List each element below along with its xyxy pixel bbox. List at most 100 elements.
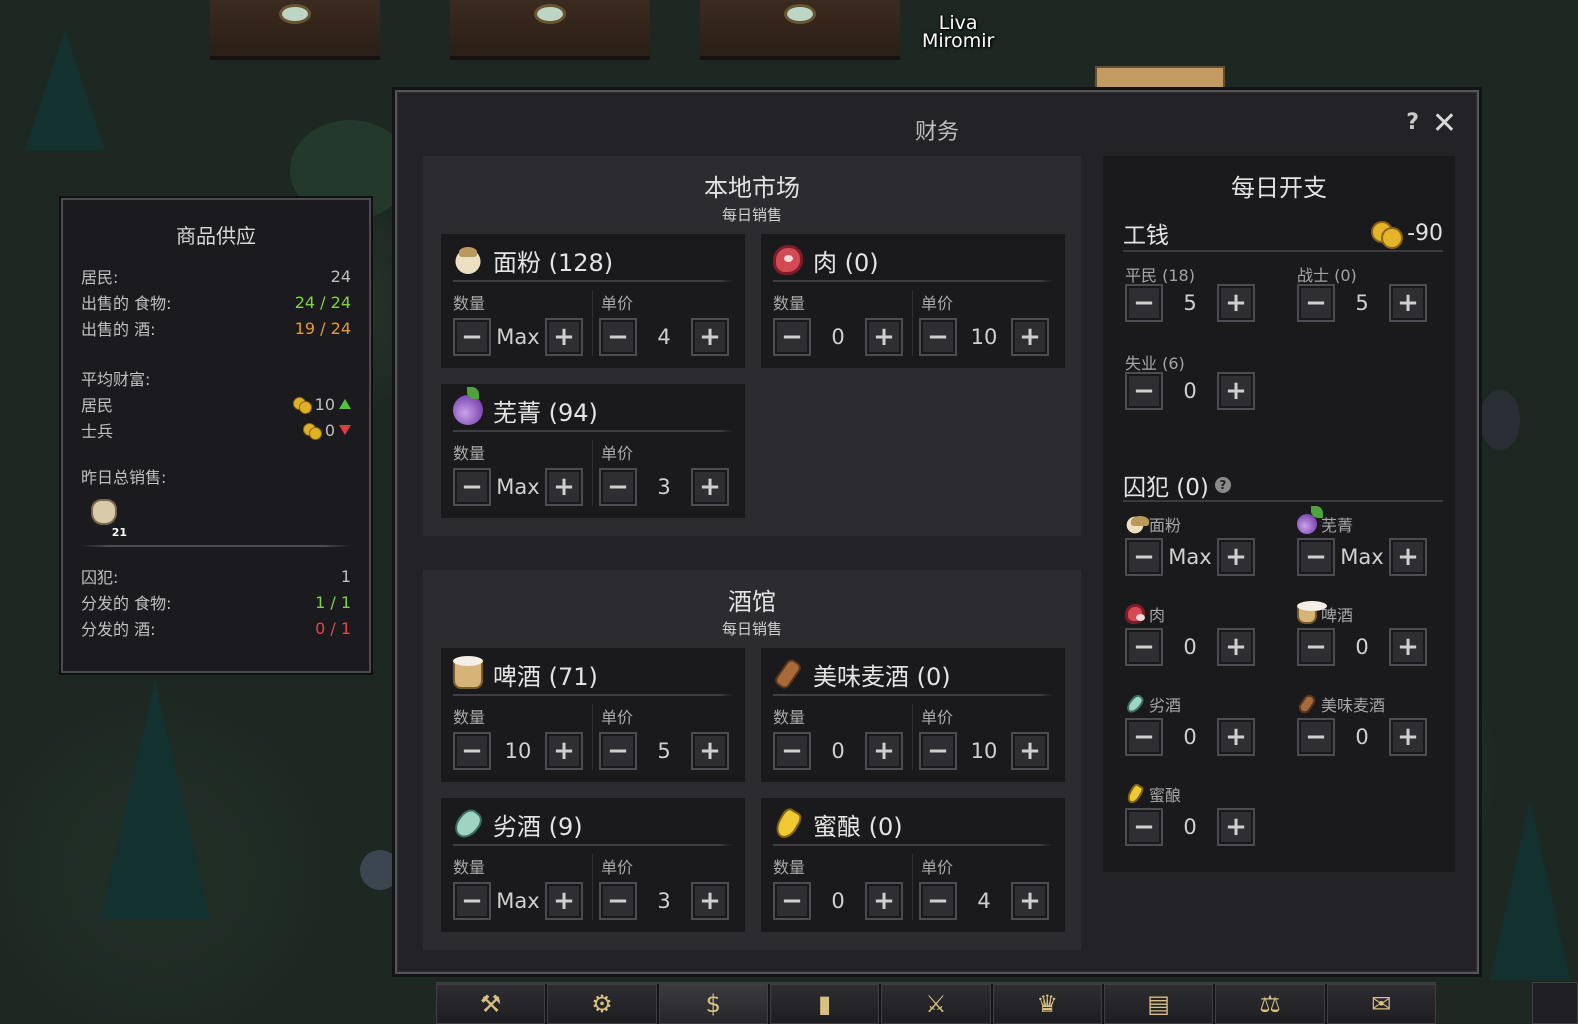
wage-increase-button[interactable]: + [1217, 372, 1255, 410]
price-decrease-button[interactable]: − [599, 468, 637, 506]
price-increase-button[interactable]: + [691, 882, 729, 920]
ration-decrease-button[interactable]: − [1297, 628, 1335, 666]
qty-increase-button[interactable]: + [865, 318, 903, 356]
wage-increase-button[interactable]: + [1217, 284, 1255, 322]
wage-increase-button[interactable]: + [1389, 284, 1427, 322]
house-roof [700, 0, 900, 60]
price-decrease-button[interactable]: − [599, 318, 637, 356]
price-decrease-button[interactable]: − [919, 732, 957, 770]
qty-value: 0 [831, 325, 845, 349]
ration-decrease-button[interactable]: − [1125, 538, 1163, 576]
qty-increase-button[interactable]: + [865, 882, 903, 920]
ration-increase-button[interactable]: + [1389, 628, 1427, 666]
tavern-section: 酒馆 每日销售 啤酒 (71) 数量 单价 − 10 + − 5 + 美味麦酒 … [423, 570, 1081, 950]
finance-moneybag-icon[interactable]: $ [658, 984, 768, 1024]
flour-sack-icon[interactable]: 21 [87, 497, 127, 539]
price-increase-button[interactable]: + [1011, 732, 1049, 770]
section-heading: 平均财富: [81, 370, 151, 389]
ration-increase-button[interactable]: + [1217, 808, 1255, 846]
qty-increase-button[interactable]: + [545, 318, 583, 356]
price-increase-button[interactable]: + [1011, 882, 1049, 920]
meat-icon [773, 245, 803, 275]
item-name: 劣酒 (9) [493, 812, 583, 841]
price-increase-button[interactable]: + [691, 732, 729, 770]
build-hammer-icon[interactable]: ⚒ [436, 984, 546, 1024]
npc-name-labels[interactable]: Liva Miromir [922, 14, 994, 51]
wealth-residents-row: 居民 10 [63, 391, 369, 417]
map-scroll-icon[interactable]: ✉ [1326, 984, 1436, 1024]
row-label: 出售的 酒: [81, 320, 156, 339]
wage-decrease-button[interactable]: − [1125, 284, 1163, 322]
crown-icon[interactable]: ♛ [992, 984, 1102, 1024]
ration-decrease-button[interactable]: − [1297, 718, 1335, 756]
price-increase-button[interactable]: + [691, 318, 729, 356]
wage-decrease-button[interactable]: − [1125, 372, 1163, 410]
qty-increase-button[interactable]: + [545, 882, 583, 920]
qty-decrease-button[interactable]: − [773, 882, 811, 920]
price-value: 4 [657, 325, 671, 349]
justice-scales-icon[interactable]: ⚖ [1215, 984, 1325, 1024]
book-icon[interactable]: ▤ [1103, 984, 1214, 1024]
help-button[interactable]: ? [1406, 110, 1419, 135]
ration-increase-button[interactable]: + [1389, 718, 1427, 756]
row-label: 出售的 食物: [81, 294, 172, 313]
pine-tree [25, 30, 105, 150]
qty-decrease-button[interactable]: − [453, 882, 491, 920]
npc-name[interactable]: Miromir [922, 32, 994, 51]
sales-heading: 昨日总销售: [63, 463, 369, 489]
price-decrease-button[interactable]: − [919, 882, 957, 920]
house-roof [450, 0, 650, 60]
row-value: 0 [324, 420, 335, 440]
drink-distributed-row: 分发的 酒: 0 / 1 [63, 615, 369, 641]
price-decrease-button[interactable]: − [919, 318, 957, 356]
qty-increase-button[interactable]: + [865, 732, 903, 770]
house-roof [210, 0, 380, 60]
wage-decrease-button[interactable]: − [1297, 284, 1335, 322]
mead-icon [1124, 782, 1146, 806]
ration-increase-button[interactable]: + [1217, 538, 1255, 576]
divider [81, 545, 351, 547]
price-decrease-button[interactable]: − [599, 732, 637, 770]
qty-increase-button[interactable]: + [545, 468, 583, 506]
ration-decrease-button[interactable]: − [1125, 808, 1163, 846]
settings-gear-icon[interactable]: ⚙ [547, 984, 657, 1024]
help-icon[interactable]: ? [1214, 477, 1231, 493]
ration-control-beer: − 0 + [1297, 628, 1427, 666]
price-increase-button[interactable]: + [1011, 318, 1049, 356]
trend-up-icon [339, 399, 351, 409]
ration-value: 0 [1355, 635, 1369, 659]
ration-value: 0 [1183, 725, 1197, 749]
section-subtitle: 每日销售 [721, 620, 782, 638]
qty-increase-button[interactable]: + [545, 732, 583, 770]
ration-decrease-button[interactable]: − [1297, 538, 1335, 576]
ration-decrease-button[interactable]: − [1125, 628, 1163, 666]
ration-control-mead: − 0 + [1125, 808, 1255, 846]
ration-label-turnip: 芜菁 [1297, 506, 1353, 536]
price-increase-button[interactable]: + [691, 468, 729, 506]
finance-window: 财务 ? ✕ 本地市场 每日销售 面粉 (128) 数量 单价 − Max + … [395, 90, 1479, 974]
ration-label-mead: 蜜酿 [1124, 782, 1182, 806]
qty-decrease-button[interactable]: − [773, 318, 811, 356]
qty-value: 0 [831, 739, 845, 763]
ration-name: 劣酒 [1149, 696, 1182, 715]
ration-name: 蜜酿 [1149, 786, 1182, 805]
menu-button[interactable] [1532, 982, 1578, 1024]
item-name: 面粉 (128) [493, 248, 614, 277]
ration-increase-button[interactable]: + [1217, 628, 1255, 666]
wages-title: 工钱 [1123, 223, 1169, 249]
military-swords-icon[interactable]: ⚔ [881, 984, 991, 1024]
qty-decrease-button[interactable]: − [453, 468, 491, 506]
flour-icon [453, 245, 483, 275]
price-decrease-button[interactable]: − [599, 882, 637, 920]
ration-increase-button[interactable]: + [1389, 538, 1427, 576]
pine-tree [100, 680, 210, 920]
statistics-chart-icon[interactable]: ▮ [769, 984, 880, 1024]
close-button[interactable]: ✕ [1432, 106, 1457, 141]
ration-increase-button[interactable]: + [1217, 718, 1255, 756]
price-label: 单价 [601, 294, 634, 313]
qty-decrease-button[interactable]: − [453, 732, 491, 770]
qty-decrease-button[interactable]: − [453, 318, 491, 356]
ration-control-flour: − Max + [1125, 538, 1255, 576]
qty-decrease-button[interactable]: − [773, 732, 811, 770]
ration-decrease-button[interactable]: − [1125, 718, 1163, 756]
